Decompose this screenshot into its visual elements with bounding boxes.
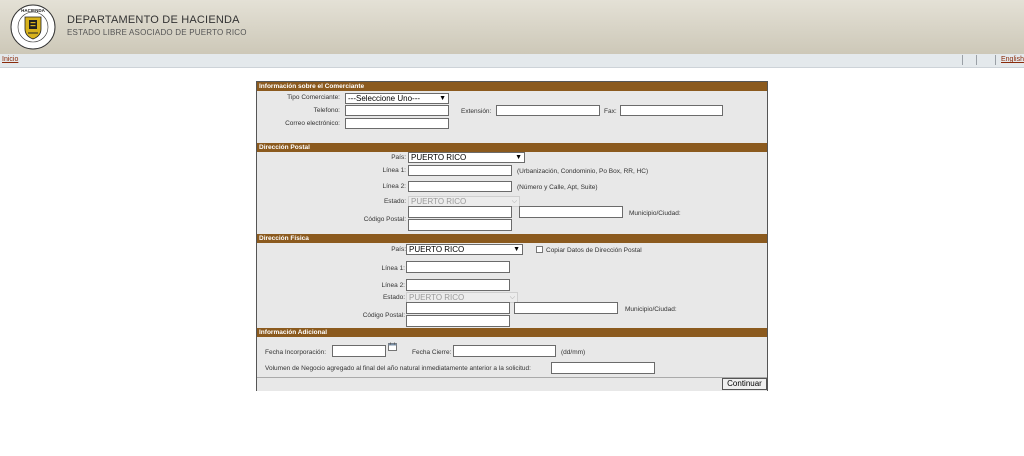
- closing-date-input[interactable]: [453, 345, 556, 357]
- continue-button[interactable]: Continuar: [722, 378, 767, 390]
- postal-line1-input[interactable]: [408, 165, 512, 176]
- postal-section-header: Dirección Postal: [257, 143, 767, 152]
- postal-city-input[interactable]: [519, 206, 623, 218]
- copy-postal-checkbox[interactable]: [536, 246, 543, 253]
- extension-label: Extensión:: [461, 108, 492, 115]
- physical-zip-label: Código Postal:: [362, 312, 405, 319]
- agency-subtitle: ESTADO LIBRE ASOCIADO DE PUERTO RICO: [67, 28, 247, 37]
- chevron-down-icon: ▼: [439, 95, 446, 102]
- physical-line1-label: Línea 1:: [381, 265, 406, 272]
- postal-line2-label: Línea 2:: [382, 183, 407, 190]
- chevron-down-icon: ⌵: [511, 198, 517, 205]
- email-label: Correo electrónico:: [285, 120, 340, 127]
- postal-zip-input[interactable]: [408, 206, 512, 218]
- physical-country-label: País:: [391, 246, 406, 253]
- nav-separator: [962, 55, 963, 65]
- merchant-type-label: Tipo Comerciante:: [287, 94, 340, 101]
- postal-line1-label: Línea 1:: [382, 167, 407, 174]
- additional-section-header: Información Adicional: [257, 328, 767, 337]
- physical-country-select[interactable]: PUERTO RICO ▼: [406, 244, 523, 255]
- postal-country-select[interactable]: PUERTO RICO ▼: [408, 152, 525, 163]
- physical-line2-label: Línea 2:: [381, 282, 406, 289]
- merchant-type-value: ---Seleccione Uno---: [348, 94, 421, 103]
- postal-zip-ext-input[interactable]: [408, 219, 512, 231]
- postal-zip-label: Código Postal:: [363, 216, 406, 223]
- svg-text:HACIENDA: HACIENDA: [21, 8, 46, 13]
- physical-state-label: Estado:: [382, 294, 405, 301]
- closing-date-label: Fecha Cierre:: [412, 349, 452, 356]
- physical-city-label: Municipio/Ciudad:: [625, 306, 677, 313]
- incorporation-date-input[interactable]: [332, 345, 386, 357]
- copy-postal-label: Copiar Datos de Dirección Postal: [546, 247, 642, 254]
- postal-line2-hint: (Número y Calle, Apt, Suite): [517, 184, 598, 191]
- home-link[interactable]: Inicio: [2, 56, 18, 63]
- nav-separator: [976, 55, 977, 65]
- merchant-registration-form: Información sobre el Comerciante Tipo Co…: [256, 81, 768, 391]
- physical-section-header: Dirección Física: [257, 234, 767, 243]
- agency-title: DEPARTAMENTO DE HACIENDA: [67, 14, 240, 26]
- business-volume-label: Volumen de Negocio agregado al final del…: [265, 365, 531, 372]
- fax-label: Fax:: [604, 108, 617, 115]
- phone-input[interactable]: [345, 105, 449, 116]
- extension-input[interactable]: [496, 105, 600, 116]
- physical-city-input[interactable]: [514, 302, 618, 314]
- postal-city-label: Municipio/Ciudad:: [629, 210, 681, 217]
- business-volume-input[interactable]: [551, 362, 655, 374]
- physical-country-value: PUERTO RICO: [409, 245, 465, 254]
- chevron-down-icon: ▼: [515, 154, 522, 161]
- english-link[interactable]: English: [1001, 56, 1024, 63]
- calendar-icon[interactable]: [388, 342, 397, 351]
- physical-line1-input[interactable]: [406, 261, 510, 273]
- chevron-down-icon: ▼: [513, 246, 520, 253]
- physical-line2-input[interactable]: [406, 279, 510, 291]
- nav-bar: Inicio English: [0, 54, 1024, 68]
- form-footer: [257, 377, 767, 391]
- postal-line1-hint: (Urbanización, Condominio, Po Box, RR, H…: [517, 168, 649, 175]
- nav-separator: [995, 55, 996, 65]
- postal-line2-input[interactable]: [408, 181, 512, 192]
- hacienda-seal-logo: HACIENDA: [10, 4, 56, 50]
- chevron-down-icon: ⌵: [509, 294, 515, 301]
- postal-country-value: PUERTO RICO: [411, 153, 467, 162]
- fax-input[interactable]: [620, 105, 723, 116]
- merchant-section-header: Información sobre el Comerciante: [257, 82, 767, 91]
- physical-state-value: PUERTO RICO: [409, 293, 465, 302]
- closing-date-hint: (dd/mm): [561, 349, 586, 356]
- postal-state-label: Estado:: [383, 198, 406, 205]
- merchant-type-select[interactable]: ---Seleccione Uno--- ▼: [345, 93, 449, 104]
- postal-country-label: País:: [391, 154, 406, 161]
- incorporation-date-label: Fecha Incorporación:: [265, 349, 327, 356]
- postal-state-value: PUERTO RICO: [411, 197, 467, 206]
- phone-label: Telefono:: [313, 107, 340, 114]
- email-input[interactable]: [345, 118, 449, 129]
- physical-zip-input[interactable]: [406, 302, 510, 314]
- physical-zip-ext-input[interactable]: [406, 315, 510, 327]
- site-header: HACIENDA DEPARTAMENTO DE HACIENDA ESTADO…: [0, 0, 1024, 54]
